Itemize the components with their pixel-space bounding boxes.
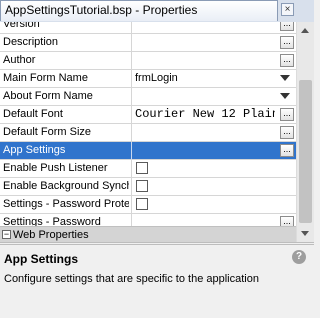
property-checkbox[interactable] <box>136 162 148 174</box>
arrow-up-icon <box>301 28 309 33</box>
property-value[interactable] <box>135 22 275 33</box>
ellipsis-button[interactable]: ... <box>280 144 294 157</box>
property-name: App Settings <box>3 144 66 156</box>
property-row[interactable]: Main Form Name frmLogin <box>0 70 296 88</box>
ellipsis-button[interactable]: ... <box>280 108 294 121</box>
property-name: Settings - Password Protected <box>3 198 129 210</box>
property-name: Enable Push Listener <box>3 162 108 174</box>
property-value[interactable]: frmLogin <box>135 70 275 87</box>
property-value[interactable] <box>135 88 275 105</box>
property-value[interactable]: Courier New 12 Plain <box>135 106 275 123</box>
help-icon[interactable]: ? <box>292 250 306 264</box>
column-divider[interactable] <box>131 52 132 70</box>
tab-title: AppSettingsTutorial.bsp - Properties <box>5 3 198 17</box>
arrow-down-icon <box>301 231 309 236</box>
property-row[interactable]: Default Form Size... <box>0 124 296 142</box>
column-divider[interactable] <box>131 34 132 52</box>
column-divider[interactable] <box>131 178 132 196</box>
column-divider[interactable] <box>131 88 132 106</box>
property-row[interactable]: App Settings... <box>0 142 296 160</box>
category-label: Web Properties <box>13 229 89 241</box>
chevron-down-icon[interactable] <box>280 75 290 81</box>
ellipsis-button[interactable]: ... <box>280 126 294 139</box>
tab-properties[interactable]: AppSettingsTutorial.bsp - Properties <box>0 0 278 21</box>
property-value[interactable] <box>135 124 275 141</box>
property-value[interactable] <box>135 34 275 51</box>
column-divider[interactable] <box>131 124 132 142</box>
property-checkbox[interactable] <box>136 198 148 210</box>
property-name: Enable Background Synchronization <box>3 180 129 192</box>
property-name: Version <box>3 22 40 30</box>
property-checkbox[interactable] <box>136 180 148 192</box>
property-name: About Form Name <box>3 90 93 102</box>
scroll-up-button[interactable] <box>297 22 314 39</box>
property-row[interactable]: Enable Push Listener <box>0 160 296 178</box>
property-grid: Version... Description... Author... Main Fo… <box>0 22 296 242</box>
ellipsis-button[interactable]: ... <box>280 22 294 31</box>
description-title: App Settings <box>4 252 78 266</box>
column-divider[interactable] <box>131 160 132 178</box>
column-divider[interactable] <box>131 106 132 124</box>
property-row[interactable]: Enable Background Synchronization <box>0 178 296 196</box>
scrollbar-thumb[interactable] <box>299 80 312 223</box>
property-value[interactable] <box>135 52 275 69</box>
scroll-down-button[interactable] <box>297 225 314 242</box>
property-name: Main Form Name <box>3 72 88 84</box>
tab-bar: AppSettingsTutorial.bsp - Properties × <box>0 0 314 23</box>
column-divider[interactable] <box>131 196 132 214</box>
property-row[interactable]: Version... <box>0 22 296 34</box>
description-panel: App Settings Configure settings that are… <box>0 245 314 318</box>
description-text: Configure settings that are specific to … <box>4 273 259 285</box>
chevron-down-icon[interactable] <box>280 93 290 99</box>
property-row[interactable]: About Form Name <box>0 88 296 106</box>
ellipsis-button[interactable]: ... <box>280 36 294 49</box>
column-divider[interactable] <box>131 142 132 160</box>
property-row[interactable]: Default Font Courier New 12 Plain... <box>0 106 296 124</box>
property-row[interactable]: Description... <box>0 34 296 52</box>
close-icon[interactable]: × <box>281 3 294 16</box>
vertical-scrollbar[interactable] <box>296 22 314 242</box>
property-name: Default Font <box>3 108 63 120</box>
property-value[interactable] <box>135 142 275 159</box>
category-web-properties[interactable]: − Web Properties <box>0 226 296 242</box>
ellipsis-button[interactable]: ... <box>280 54 294 67</box>
column-divider[interactable] <box>131 22 132 34</box>
property-name: Author <box>3 54 36 66</box>
property-row[interactable]: Author... <box>0 52 296 70</box>
property-name: Description <box>3 36 59 48</box>
collapse-icon[interactable]: − <box>2 230 11 239</box>
column-divider[interactable] <box>131 70 132 88</box>
property-name: Default Form Size <box>3 126 92 138</box>
property-row[interactable]: Settings - Password Protected <box>0 196 296 214</box>
